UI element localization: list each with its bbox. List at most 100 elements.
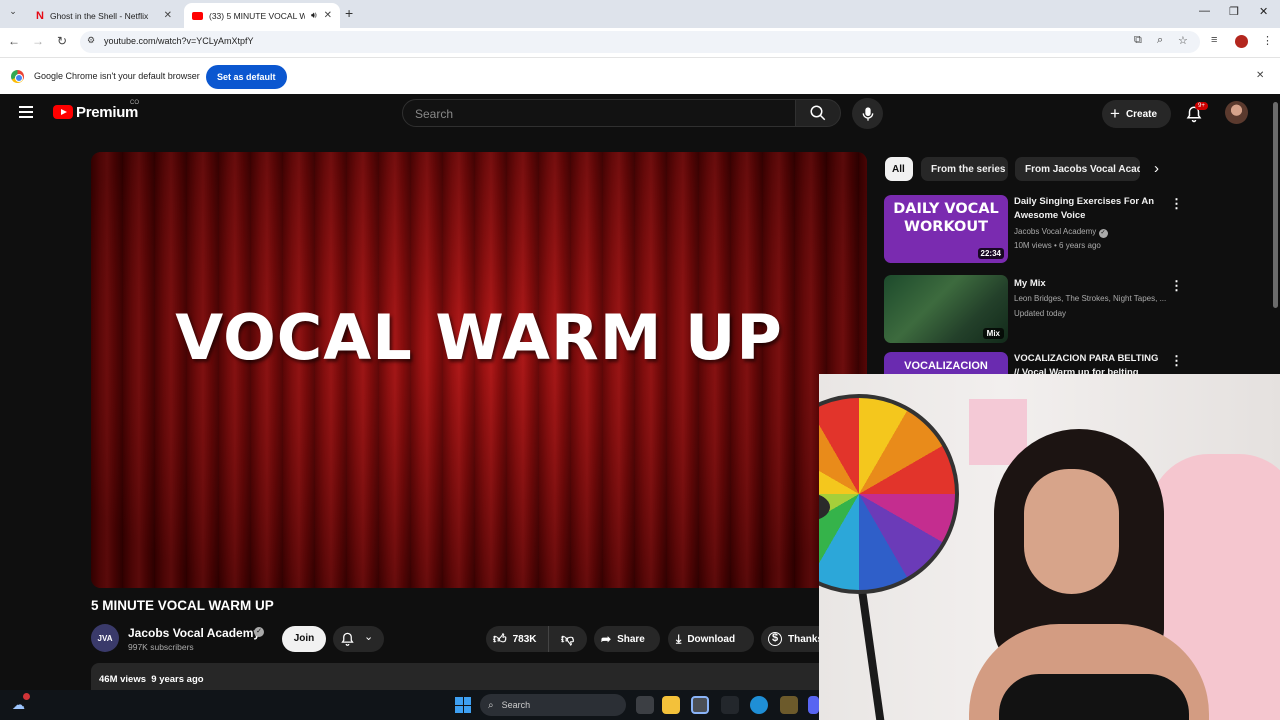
notification-count-badge: 9+: [1195, 102, 1208, 110]
taskbar-search-input[interactable]: ⌕ Search: [480, 694, 626, 716]
rec-thumbnail[interactable]: Mix: [884, 275, 1008, 343]
discord-icon[interactable]: [808, 696, 819, 714]
tab-youtube[interactable]: (33) 5 MINUTE VOCAL WAR 🔊︎ ✕: [184, 3, 340, 28]
chrome-taskbar-icon[interactable]: [691, 696, 709, 714]
subscriber-count: 997K subscribers: [128, 642, 194, 652]
file-explorer-icon[interactable]: [662, 696, 680, 714]
thumbs-up-icon: 👍︎: [493, 631, 507, 646]
more-options-icon[interactable]: ⋮: [1170, 278, 1183, 294]
logo-text[interactable]: Premium: [76, 104, 138, 121]
duration-badge: 22:34: [977, 248, 1004, 259]
back-arrow-icon[interactable]: ←: [6, 34, 22, 48]
tab-title: (33) 5 MINUTE VOCAL WAR: [209, 10, 305, 21]
join-button[interactable]: Join: [282, 626, 326, 652]
thanks-dollar-icon: $: [768, 632, 782, 646]
share-label: Share: [617, 633, 645, 645]
thumbnail-text: DAILY VOCAL WORKOUT: [893, 201, 999, 235]
youtube-favicon-icon: [192, 11, 203, 20]
close-tab-icon[interactable]: ✕: [164, 10, 172, 21]
search-icon: ⌕: [488, 699, 494, 711]
browser-tab-strip: ⌄ N Ghost in the Shell - Netflix ✕ (33) …: [0, 0, 1280, 28]
url-text: youtube.com/watch?v=YCLyAmXtpfY: [104, 36, 254, 46]
infobar-message: Google Chrome isn't your default browser: [34, 71, 200, 81]
bell-icon: [341, 632, 354, 646]
task-view-icon[interactable]: [636, 696, 654, 714]
subscription-bell-button[interactable]: ⌄: [333, 626, 384, 652]
forward-arrow-icon[interactable]: →: [30, 34, 46, 48]
restore-icon[interactable]: ❐: [1229, 5, 1239, 18]
zoom-icon[interactable]: ⌕: [1157, 34, 1163, 47]
app-icon[interactable]: [780, 696, 798, 714]
rec-title[interactable]: My Mix: [1014, 277, 1164, 291]
mix-badge: Mix: [982, 328, 1004, 339]
rec-title[interactable]: VOCALIZACION PARA BELTING // Vocal Warm …: [1014, 352, 1164, 374]
browser-toolbar: ← → ↻ ⚙ youtube.com/watch?v=YCLyAmXtpfY …: [0, 28, 1280, 57]
search-input[interactable]: Search: [402, 99, 796, 127]
tab-title: Ghost in the Shell - Netflix: [49, 10, 149, 21]
thumbs-down-icon: 👎︎: [561, 631, 575, 646]
tab-search-chevron-icon[interactable]: ⌄: [4, 6, 22, 22]
weather-widget-icon[interactable]: ☁: [12, 697, 25, 713]
infobar-close-icon[interactable]: ✕: [1256, 70, 1264, 81]
chip-from-the-series[interactable]: From the series: [921, 157, 1008, 181]
rec-thumbnail[interactable]: DAILY VOCAL WORKOUT 22:34: [884, 195, 1008, 263]
dislike-button[interactable]: 👎︎: [549, 631, 574, 647]
minimize-icon[interactable]: —: [1199, 5, 1210, 17]
download-button[interactable]: ⤓ Download: [668, 626, 754, 652]
upload-age: 9 years ago: [151, 674, 204, 685]
app-icon[interactable]: [721, 696, 739, 714]
hamburger-menu-icon[interactable]: [19, 106, 33, 118]
create-button[interactable]: + Create: [1102, 100, 1171, 128]
default-browser-infobar: Google Chrome isn't your default browser…: [0, 57, 1280, 94]
windows-start-icon[interactable]: [455, 697, 471, 713]
rec-channel: Jacobs Vocal Academy ✓: [1014, 227, 1108, 238]
search-button[interactable]: [795, 99, 841, 127]
chrome-menu-icon[interactable]: ⋮: [1262, 34, 1273, 47]
new-tab-plus-icon[interactable]: +: [345, 5, 353, 21]
description-box[interactable]: 46M views 9 years ago: [91, 663, 867, 693]
tab-netflix[interactable]: N Ghost in the Shell - Netflix ✕: [28, 3, 180, 28]
chip-from-channel[interactable]: From Jacobs Vocal Academy: [1015, 157, 1140, 181]
taskbar-search-placeholder: Search: [501, 700, 531, 710]
voice-search-button[interactable]: [852, 98, 883, 129]
youtube-logo-icon[interactable]: [53, 105, 73, 119]
channel-name[interactable]: Jacobs Vocal Academy: [128, 626, 260, 640]
windows-taskbar: ☁ ⌕ Search: [0, 690, 819, 720]
media-control-icon[interactable]: ≡: [1211, 34, 1217, 46]
video-title: 5 MINUTE VOCAL WARM UP: [91, 598, 274, 613]
rec-meta: 10M views • 6 years ago: [1014, 241, 1101, 250]
verified-check-icon: ✓: [254, 627, 264, 637]
chips-next-chevron-icon[interactable]: ›: [1154, 160, 1159, 177]
video-player[interactable]: VOCAL WARM UP: [91, 152, 867, 588]
close-tab-icon[interactable]: ✕: [324, 10, 332, 21]
netflix-favicon-icon: N: [36, 9, 44, 22]
address-bar[interactable]: ⚙ youtube.com/watch?v=YCLyAmXtpfY: [80, 31, 1200, 53]
edge-icon[interactable]: [750, 696, 768, 714]
wheel-stand: [857, 584, 885, 720]
microphone-icon: [862, 106, 873, 121]
bookmark-star-icon[interactable]: ☆: [1178, 34, 1188, 47]
reload-icon[interactable]: ↻: [54, 34, 70, 48]
chip-all[interactable]: All: [885, 157, 913, 181]
channel-avatar[interactable]: JVA: [91, 624, 119, 652]
account-avatar[interactable]: [1225, 101, 1248, 124]
rec-channel-name: Jacobs Vocal Academy: [1014, 227, 1097, 236]
video-frame-title: VOCAL WARM UP: [175, 301, 783, 374]
share-button[interactable]: ➦ Share: [594, 626, 660, 652]
window-close-icon[interactable]: ✕: [1259, 5, 1268, 18]
set-as-default-button[interactable]: Set as default: [206, 65, 287, 89]
widget-badge: [23, 693, 30, 700]
site-info-icon[interactable]: ⚙: [87, 35, 95, 46]
more-options-icon[interactable]: ⋮: [1170, 196, 1183, 212]
profile-avatar[interactable]: [1235, 35, 1248, 48]
webcam-overlay: win: [819, 374, 1280, 720]
cast-icon[interactable]: ⧉: [1134, 34, 1142, 47]
speaker-icon[interactable]: 🔊︎: [311, 10, 317, 21]
country-code: CO: [130, 100, 139, 106]
rec-thumbnail[interactable]: VOCALIZACION: [884, 352, 1008, 374]
like-button[interactable]: 👍︎ 783K: [486, 626, 549, 652]
more-options-icon[interactable]: ⋮: [1170, 353, 1183, 369]
thumbnail-text: VOCALIZACION: [904, 360, 988, 372]
rec-title[interactable]: Daily Singing Exercises For An Awesome V…: [1014, 195, 1164, 223]
scrollbar-thumb[interactable]: [1273, 102, 1278, 308]
